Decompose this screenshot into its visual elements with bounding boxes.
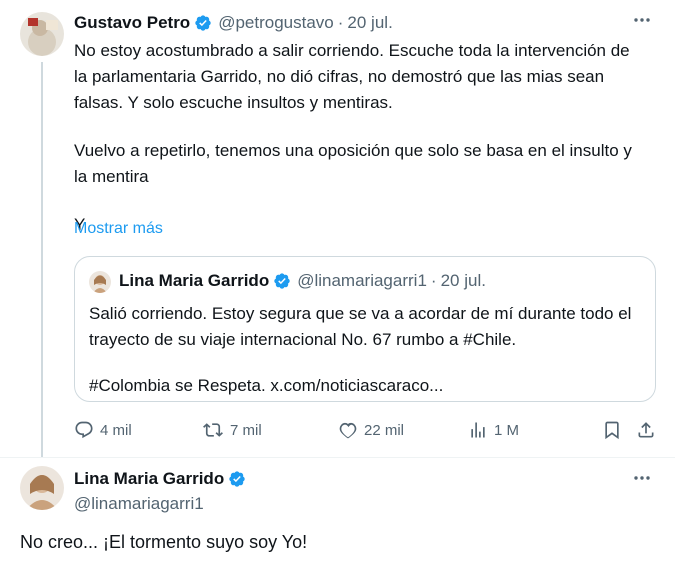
views-chart-icon (468, 420, 488, 440)
reply-button[interactable]: 4 mil (74, 420, 132, 440)
quoted-tweet-text: Salió corriendo. Estoy segura que se va … (89, 301, 649, 399)
verified-badge-icon (273, 272, 291, 290)
reply-author-name[interactable]: Lina Maria Garrido (74, 469, 224, 489)
quoted-tweet[interactable]: Lina Maria Garrido @linamariagarri1 · 20… (74, 256, 656, 402)
reply-text: No creo... ¡El tormento suyo soy Yo! (20, 532, 308, 552)
like-count: 22 mil (364, 421, 405, 439)
views-button[interactable]: 1 M (468, 420, 519, 440)
more-horizontal-icon[interactable] (632, 468, 652, 493)
more-horizontal-icon[interactable] (632, 10, 652, 35)
divider (0, 457, 675, 458)
quoted-text-line: #Colombia se Respeta. x.com/noticiascara… (89, 376, 444, 395)
tweet-date[interactable]: 20 jul. (347, 13, 392, 33)
tweet-text-line: falsas. Y solo escuche insultos y mentir… (74, 93, 393, 112)
quoted-tweet-header: Lina Maria Garrido @linamariagarri1 · 20… (119, 270, 486, 292)
show-more-link[interactable]: Mostrar más (74, 220, 163, 238)
tweet-text-line: Vuelvo a repetirlo, tenemos una oposició… (74, 141, 632, 160)
like-button[interactable]: 22 mil (338, 420, 404, 440)
quoted-text-line: trayecto de su viaje internacional No. 6… (89, 330, 517, 349)
reply-author-avatar[interactable] (20, 466, 64, 510)
tweet-text-line: la mentira (74, 167, 149, 186)
verified-badge-icon[interactable] (228, 470, 246, 488)
author-avatar[interactable] (20, 12, 64, 56)
reply-count: 4 mil (100, 421, 132, 439)
author-name[interactable]: Gustavo Petro (74, 13, 190, 33)
quoted-text-line: Salió corriendo. Estoy segura que se va … (89, 304, 632, 323)
separator: · (337, 13, 344, 32)
tweet-text: No estoy acostumbrado a salir corriendo.… (74, 38, 654, 238)
separator: · (430, 271, 437, 290)
author-handle[interactable]: @petrogustavo (218, 13, 334, 33)
bookmark-icon[interactable] (602, 420, 622, 445)
thread-line (41, 62, 43, 457)
quoted-author-handle: @linamariagarri1 (297, 271, 427, 290)
retweet-count: 7 mil (230, 421, 262, 439)
tweet-text-line: la parlamentaria Garrido, no dió cifras,… (74, 67, 605, 86)
share-icon[interactable] (636, 420, 656, 445)
tweet-header: Gustavo Petro @petrogustavo · 20 jul. (74, 12, 393, 34)
retweet-button[interactable]: 7 mil (202, 420, 262, 440)
views-count: 1 M (494, 421, 520, 439)
quoted-author-avatar[interactable] (89, 271, 111, 293)
reply-author-handle[interactable]: @linamariagarri1 (74, 494, 204, 514)
verified-badge-icon[interactable] (194, 14, 212, 32)
heart-icon (338, 420, 358, 440)
reply-header: Lina Maria Garrido (74, 468, 246, 490)
quoted-author-name: Lina Maria Garrido (119, 271, 270, 290)
quoted-tweet-date: 20 jul. (440, 271, 486, 290)
tweet-text-line: No estoy acostumbrado a salir corriendo.… (74, 41, 630, 60)
retweet-icon (202, 420, 224, 440)
reply-icon (74, 420, 94, 440)
